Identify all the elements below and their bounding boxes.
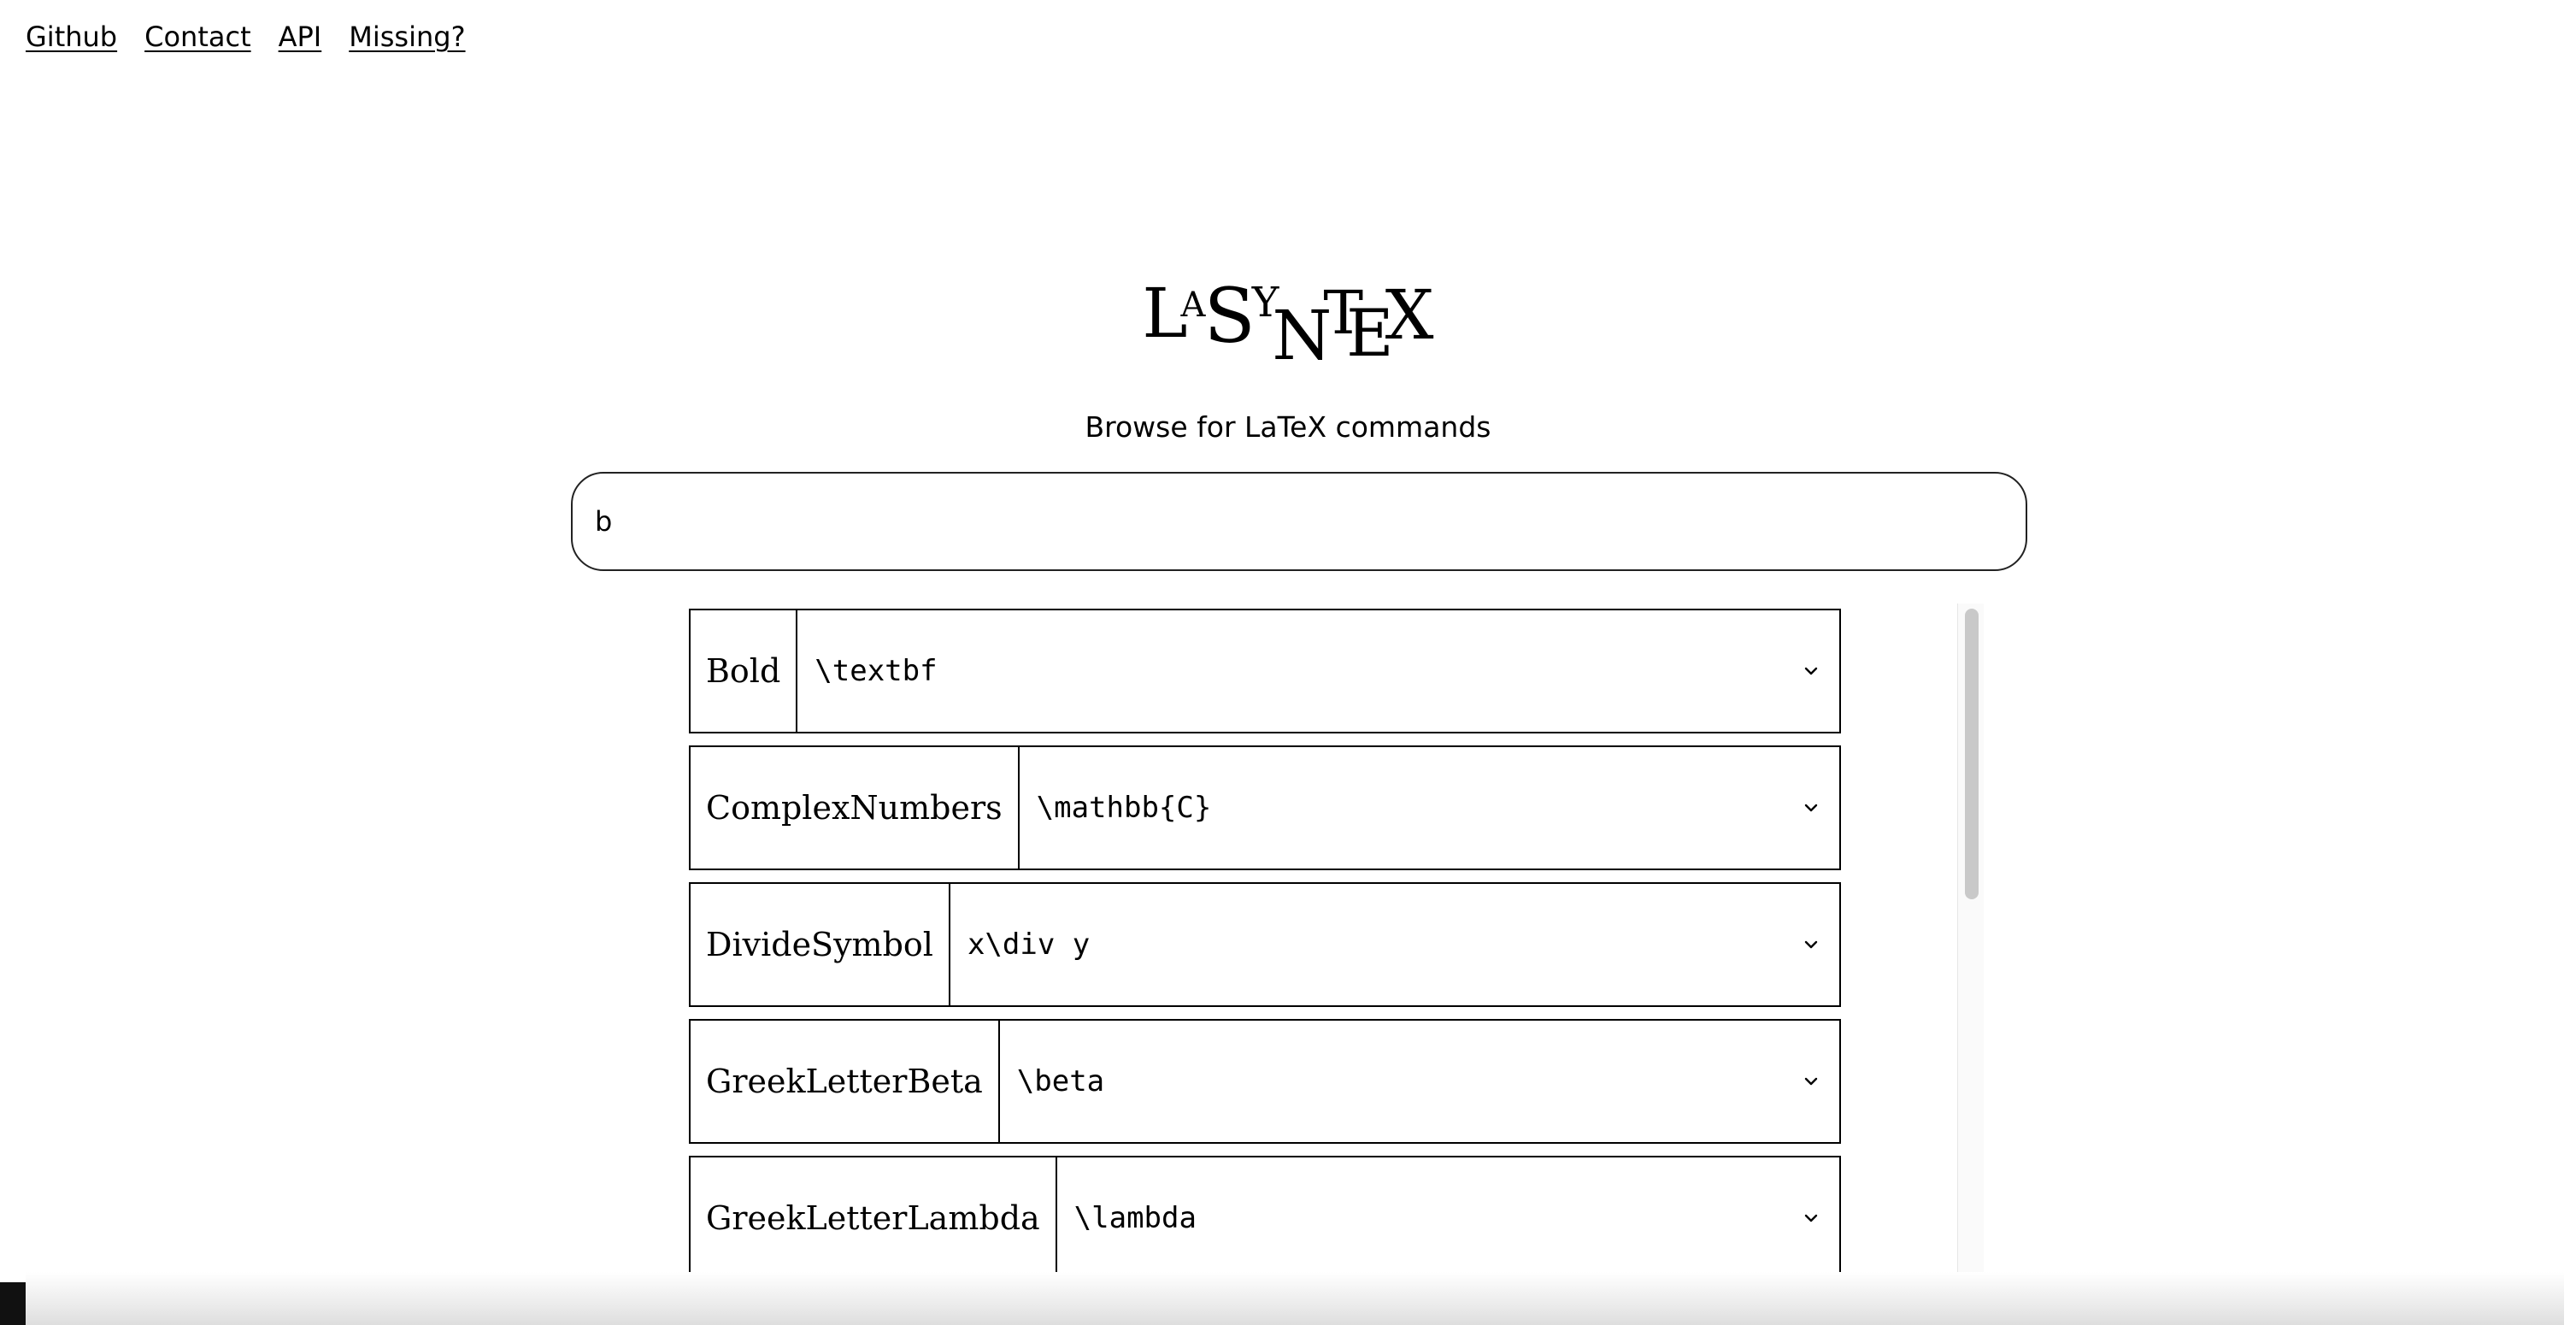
site-logo: LASYNTEX (0, 274, 2576, 376)
result-row[interactable]: ComplexNumbers \mathbb{C} (689, 745, 1841, 870)
result-row[interactable]: GreekLetterBeta \beta (689, 1019, 1841, 1144)
result-row[interactable]: DivideSymbol x\div y (689, 882, 1841, 1007)
result-command[interactable]: x\div y (950, 884, 1839, 1005)
nav-link-missing[interactable]: Missing? (349, 21, 465, 53)
logo-letter: X (1385, 275, 1434, 355)
result-name: DivideSymbol (691, 884, 950, 1005)
result-name: GreekLetterBeta (691, 1021, 1000, 1142)
result-command[interactable]: \textbf (797, 610, 1839, 732)
chevron-down-icon[interactable] (1800, 797, 1822, 819)
logo-wordmark: LASYNTEX (1142, 272, 1434, 370)
chevron-down-icon[interactable] (1800, 660, 1822, 682)
logo-letter: S (1203, 272, 1256, 360)
chevron-down-icon[interactable] (1800, 933, 1822, 956)
top-nav: Github Contact API Missing? (26, 21, 466, 53)
search-input[interactable] (571, 472, 2027, 571)
page-subtitle: Browse for LaTeX commands (1085, 410, 1491, 444)
result-name: ComplexNumbers (691, 747, 1020, 869)
nav-link-github[interactable]: Github (26, 21, 117, 53)
result-row[interactable]: Bold \textbf (689, 609, 1841, 733)
nav-link-api[interactable]: API (279, 21, 322, 53)
results-scrollbar[interactable] (1957, 604, 1984, 1279)
nav-link-contact[interactable]: Contact (144, 21, 251, 53)
results-list: Bold \textbf ComplexNumbers \mathbb{C} D… (689, 609, 1841, 1275)
scrollbar-thumb[interactable] (1965, 609, 1979, 899)
result-row[interactable]: GreekLetterLambda \lambda (689, 1156, 1841, 1275)
result-command[interactable]: \mathbb{C} (1020, 747, 1839, 869)
chevron-down-icon[interactable] (1800, 1207, 1822, 1229)
logo-letter: A (1180, 286, 1206, 325)
chevron-down-icon[interactable] (1800, 1070, 1822, 1092)
window-bottom-edge (26, 1272, 2564, 1325)
result-name: Bold (691, 610, 798, 732)
result-command[interactable]: \lambda (1057, 1157, 1839, 1275)
result-name: GreekLetterLambda (691, 1157, 1057, 1275)
result-command[interactable]: \beta (1000, 1021, 1839, 1142)
